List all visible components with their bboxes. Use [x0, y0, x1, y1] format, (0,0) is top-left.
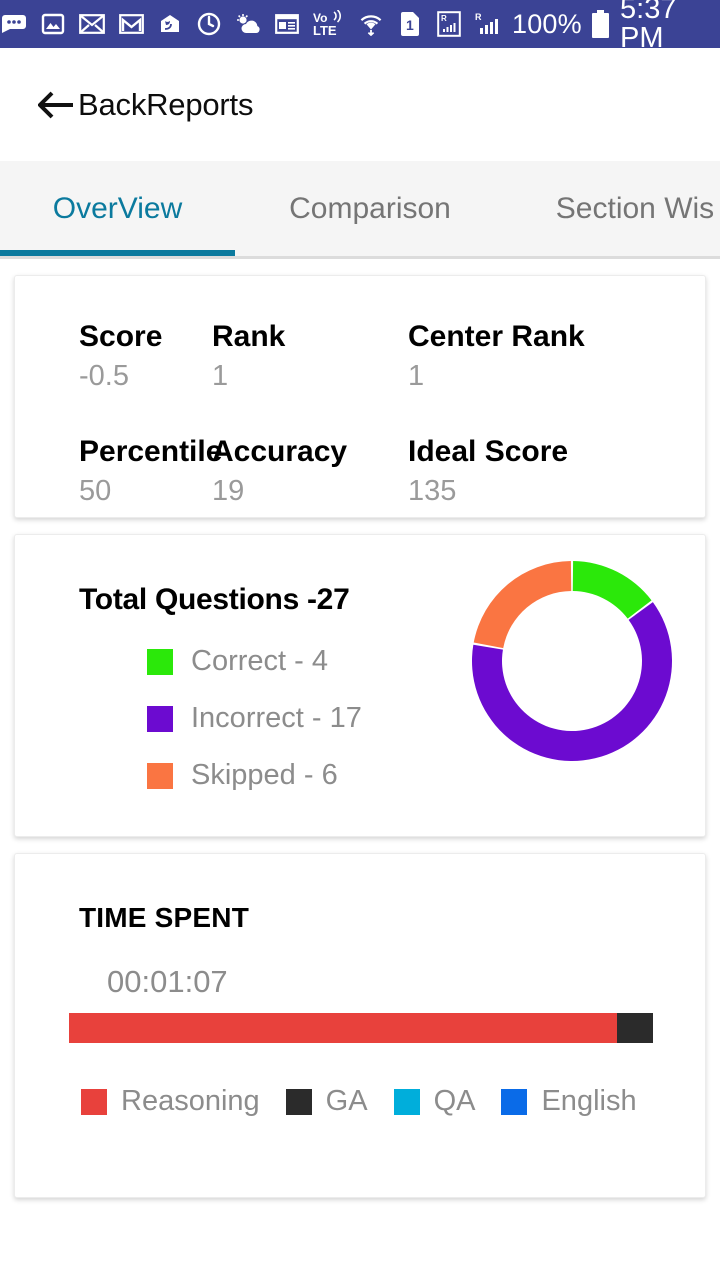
- time-spent-total: 00:01:07: [107, 964, 228, 999]
- stat-ideal-score-value: 135: [408, 474, 457, 507]
- weather-icon: [234, 10, 262, 38]
- stat-center-rank-value: 1: [408, 359, 425, 392]
- correct-swatch-icon: [147, 648, 173, 675]
- legend-item-qa: QA: [393, 1085, 476, 1118]
- donut-slice-correct: [572, 561, 652, 619]
- battery-icon: [591, 10, 610, 38]
- stats-grid: Score -0.5 Rank 1 Center Rank 1 Percenti…: [15, 320, 705, 513]
- stat-ideal-score-label: Ideal Score: [408, 435, 569, 468]
- stat-accuracy-value: 19: [212, 474, 245, 507]
- clock-ring-icon: [195, 10, 223, 38]
- stat-percentile-value: 50: [79, 474, 112, 507]
- skipped-swatch-icon: [147, 762, 173, 789]
- legend-item-reasoning: Reasoning: [81, 1085, 260, 1118]
- legend-item-ga: GA: [285, 1085, 368, 1118]
- time-spent-bar: [69, 1013, 653, 1043]
- stats-row: Percentile 50 Accuracy 19 Ideal Score 13…: [15, 435, 705, 513]
- signal-roaming-icon: R: [435, 10, 463, 38]
- stat-center-rank-label: Center Rank: [408, 320, 585, 353]
- chat-bubble-icon: [0, 10, 28, 38]
- email-icon: [78, 10, 106, 38]
- donut-slice-skipped: [473, 561, 572, 649]
- stat-score-value: -0.5: [79, 359, 129, 392]
- legend-item-qa-label: QA: [433, 1085, 476, 1117]
- svg-text:R: R: [475, 12, 482, 22]
- ga-swatch-icon: [285, 1088, 312, 1115]
- legend-item-english-label: English: [541, 1085, 637, 1117]
- qa-swatch-icon: [393, 1088, 420, 1115]
- questions-donut-chart: [464, 553, 680, 769]
- signal-bars-icon: R: [474, 10, 502, 38]
- tab-section-wise[interactable]: Section Wis: [505, 161, 720, 256]
- back-arrow-icon[interactable]: [38, 85, 78, 125]
- legend-item-incorrect-label: Incorrect - 17: [191, 702, 362, 734]
- stat-percentile: Percentile 50: [15, 435, 223, 513]
- score-summary-card: Score -0.5 Rank 1 Center Rank 1 Percenti…: [14, 275, 706, 518]
- clock-label: 5:37 PM: [620, 0, 677, 54]
- time-bar-segment-reasoning: [69, 1013, 617, 1043]
- stat-score-label: Score: [79, 320, 163, 353]
- svg-text:LTE: LTE: [313, 23, 337, 38]
- app-icon: [156, 10, 184, 38]
- legend-item-reasoning-label: Reasoning: [121, 1085, 260, 1117]
- volte-icon: Vo LTE: [312, 10, 346, 38]
- tab-overview-label: OverView: [52, 191, 183, 225]
- stat-ideal-score: Ideal Score 135: [408, 435, 638, 513]
- legend-item-skipped-label: Skipped - 6: [191, 759, 338, 791]
- stat-accuracy-label: Accuracy: [212, 435, 348, 468]
- svg-text:R: R: [441, 14, 447, 23]
- tab-comparison[interactable]: Comparison: [235, 161, 505, 256]
- news-icon: [273, 10, 301, 38]
- questions-breakdown-card: Total Questions -27 Correct - 4 Incorrec…: [14, 534, 706, 837]
- incorrect-swatch-icon: [147, 705, 173, 732]
- stat-center-rank: Center Rank 1: [408, 320, 638, 398]
- tab-comparison-label: Comparison: [289, 191, 451, 225]
- tab-active-indicator: [0, 250, 235, 256]
- legend-item-english: English: [501, 1085, 637, 1118]
- battery-percent-label: 100%: [512, 8, 582, 39]
- photo-icon: [39, 10, 67, 38]
- app-bar: BackReports: [0, 48, 720, 161]
- stat-rank: Rank 1: [212, 320, 408, 398]
- status-bar: Vo LTE 1 R R 100% 5:37 PM: [0, 0, 720, 53]
- sim-card-icon: 1: [396, 10, 424, 38]
- overview-content: Score -0.5 Rank 1 Center Rank 1 Percenti…: [0, 275, 720, 1198]
- legend-item-correct-label: Correct - 4: [191, 645, 328, 677]
- page-title: BackReports: [78, 86, 254, 122]
- time-spent-legend: Reasoning GA QA English: [15, 1085, 705, 1118]
- stats-row: Score -0.5 Rank 1 Center Rank 1: [15, 320, 705, 398]
- stat-score: Score -0.5: [15, 320, 212, 398]
- svg-text:1: 1: [406, 17, 414, 33]
- tab-section-wise-label: Section Wis: [555, 191, 715, 225]
- legend-item-ga-label: GA: [325, 1085, 368, 1117]
- stat-accuracy: Accuracy 19: [212, 435, 408, 513]
- tab-overview[interactable]: OverView: [0, 161, 235, 256]
- english-swatch-icon: [501, 1088, 528, 1115]
- gmail-icon: [117, 10, 145, 38]
- stat-rank-value: 1: [212, 359, 229, 392]
- time-spent-title: TIME SPENT: [79, 902, 250, 933]
- tab-bar: OverView Comparison Section Wis: [0, 161, 720, 259]
- stat-percentile-label: Percentile: [79, 435, 223, 468]
- wifi-icon: [357, 10, 385, 38]
- time-spent-card: TIME SPENT 00:01:07 Reasoning GA QA Engl…: [14, 853, 706, 1198]
- reasoning-swatch-icon: [81, 1088, 107, 1115]
- time-bar-segment-ga: [616, 1013, 653, 1043]
- stat-rank-label: Rank: [212, 320, 286, 353]
- status-bar-icons: Vo LTE 1 R R: [0, 10, 502, 38]
